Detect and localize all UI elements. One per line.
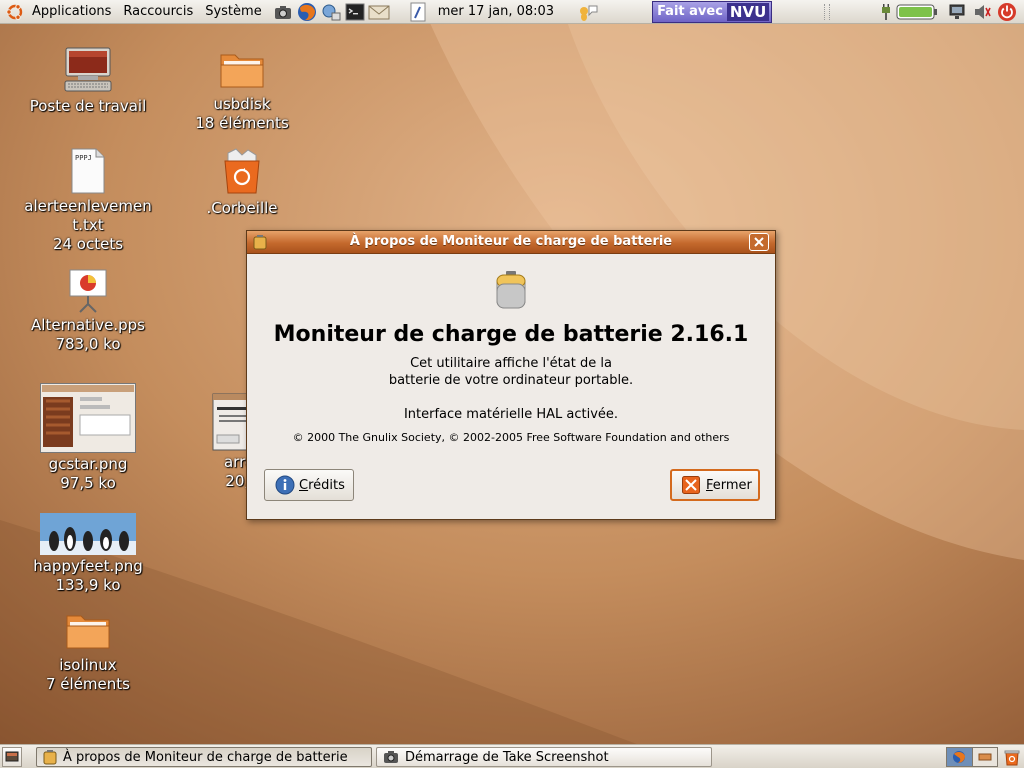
about-dialog: À propos de Moniteur de charge de batter… bbox=[246, 230, 776, 520]
desktop-icon-corbeille[interactable]: .Corbeille bbox=[172, 147, 312, 218]
desktop-icon-subtitle: 783,0 ko bbox=[55, 335, 121, 353]
camera-icon bbox=[384, 751, 398, 763]
close-button[interactable]: Fermer bbox=[670, 469, 760, 501]
firefox-icon[interactable] bbox=[296, 1, 318, 23]
about-description-line1: Cet utilitaire affiche l'état de la bbox=[410, 356, 612, 371]
menu-applications[interactable]: Applications bbox=[26, 0, 117, 24]
desktop-icon-label: Alternative.pps bbox=[31, 316, 145, 334]
trash-icon bbox=[224, 148, 260, 194]
credits-button-label: Crédits bbox=[299, 478, 345, 493]
volume-icon[interactable] bbox=[972, 2, 992, 22]
desktop-icon-alerteenlevement[interactable]: PPPJ alerteenlevemen t.txt 24 octets bbox=[18, 147, 158, 254]
image-thumbnail-icon bbox=[40, 513, 136, 555]
trash-applet-icon[interactable] bbox=[1002, 747, 1022, 767]
desktop-icon-isolinux[interactable]: isolinux 7 éléments bbox=[18, 610, 158, 694]
show-desktop-icon[interactable] bbox=[2, 747, 22, 767]
nvu-badge-prefix: Fait avec bbox=[657, 4, 723, 19]
panel-separator bbox=[824, 3, 831, 20]
task-about-dialog[interactable]: À propos de Moniteur de charge de batter… bbox=[36, 747, 372, 767]
computer-icon bbox=[64, 47, 112, 92]
task-take-screenshot[interactable]: Démarrage de Take Screenshot bbox=[376, 747, 712, 767]
desktop-icon-gcstar-png[interactable]: gcstar.png 97,5 ko bbox=[18, 383, 158, 493]
desktop-icon-label: .Corbeille bbox=[206, 199, 278, 217]
about-description-line2: batterie de votre ordinateur portable. bbox=[388, 373, 634, 388]
top-panel: Applications Raccourcis Système mer 17 j… bbox=[0, 0, 1024, 24]
close-icon[interactable] bbox=[749, 233, 769, 251]
camera-icon[interactable] bbox=[272, 1, 294, 23]
task-label: Démarrage de Take Screenshot bbox=[405, 749, 609, 765]
notes-icon[interactable] bbox=[407, 1, 429, 23]
copyright-text: © 2000 The Gnulix Society, © 2002-2005 F… bbox=[292, 431, 730, 444]
dialog-titlebar[interactable]: À propos de Moniteur de charge de batter… bbox=[247, 231, 775, 254]
desktop-icon-label: happyfeet.png bbox=[33, 557, 143, 575]
nvu-badge-brand: NVU bbox=[726, 2, 770, 21]
folder-icon bbox=[66, 615, 110, 649]
desktop-icon-happyfeet-png[interactable]: happyfeet.png 133,9 ko bbox=[18, 513, 158, 595]
ubuntu-logo-icon[interactable] bbox=[4, 1, 26, 23]
clock[interactable]: mer 17 jan, 08:03 bbox=[430, 4, 562, 19]
desktop-icon-subtitle: 133,9 ko bbox=[55, 576, 121, 594]
presentation-icon bbox=[69, 269, 107, 313]
power-button-icon[interactable] bbox=[996, 1, 1018, 23]
task-label: À propos de Moniteur de charge de batter… bbox=[63, 749, 348, 765]
network-monitor-icon[interactable] bbox=[946, 2, 968, 22]
battery-icon[interactable] bbox=[896, 2, 940, 22]
battery-app-icon[interactable] bbox=[253, 234, 267, 254]
file-icon-text: PPPJ bbox=[75, 154, 92, 162]
mail-icon[interactable] bbox=[368, 1, 390, 23]
hal-status-text: Interface matérielle HAL activée. bbox=[403, 407, 619, 422]
desktop-icon-label: alerteenlevemen t.txt bbox=[24, 197, 152, 234]
desktop-icon-alternative-pps[interactable]: Alternative.pps 783,0 ko bbox=[18, 266, 158, 354]
workspace-1[interactable] bbox=[947, 748, 973, 766]
desktop-icon-label: gcstar.png bbox=[48, 455, 128, 473]
close-icon bbox=[682, 476, 700, 494]
about-heading: Moniteur de charge de batterie 2.16.1 bbox=[273, 322, 749, 347]
credits-label-rest: rédits bbox=[308, 477, 345, 493]
power-plug-icon bbox=[878, 2, 894, 22]
close-button-label: Fermer bbox=[706, 478, 752, 493]
firefox-icon bbox=[953, 751, 966, 763]
desktop-icon-subtitle: 97,5 ko bbox=[60, 474, 116, 492]
menu-systeme[interactable]: Système bbox=[199, 0, 267, 24]
desktop-icon-label: usbdisk bbox=[213, 95, 271, 113]
desktop-icon-subtitle: 7 éléments bbox=[46, 675, 130, 693]
text-file-icon: PPPJ bbox=[71, 148, 105, 194]
folder-icon bbox=[220, 54, 264, 88]
dialog-title: À propos de Moniteur de charge de batter… bbox=[349, 234, 673, 249]
close-mnemonic: F bbox=[706, 477, 713, 493]
battery-app-icon bbox=[43, 750, 57, 765]
workspace-2[interactable] bbox=[972, 748, 997, 766]
desktop-icon-label: Poste de travail bbox=[29, 97, 147, 115]
workspace-switcher[interactable] bbox=[946, 747, 998, 767]
bottom-panel: À propos de Moniteur de charge de batter… bbox=[0, 744, 1024, 768]
about-logo bbox=[247, 270, 775, 314]
nvu-badge[interactable]: Fait avec NVU bbox=[652, 0, 773, 23]
credits-button[interactable]: Crédits bbox=[264, 469, 354, 501]
desktop-icon-label: isolinux bbox=[59, 656, 117, 674]
terminal-icon[interactable] bbox=[344, 1, 366, 23]
close-label-rest: ermer bbox=[712, 477, 752, 493]
battery-icon bbox=[496, 271, 526, 309]
desktop-icon-usbdisk[interactable]: usbdisk 18 éléments bbox=[172, 45, 312, 133]
desktop-icon-poste-de-travail[interactable]: Poste de travail bbox=[18, 45, 158, 116]
menu-raccourcis[interactable]: Raccourcis bbox=[117, 0, 199, 24]
image-thumbnail-icon bbox=[40, 383, 136, 453]
pidgin-icon[interactable] bbox=[576, 1, 600, 23]
desktop-icon-subtitle: 24 octets bbox=[52, 235, 124, 253]
info-icon bbox=[275, 475, 295, 495]
credits-mnemonic: C bbox=[299, 477, 309, 493]
network-icon[interactable] bbox=[320, 1, 342, 23]
desktop-icon-subtitle: 18 éléments bbox=[195, 114, 289, 132]
